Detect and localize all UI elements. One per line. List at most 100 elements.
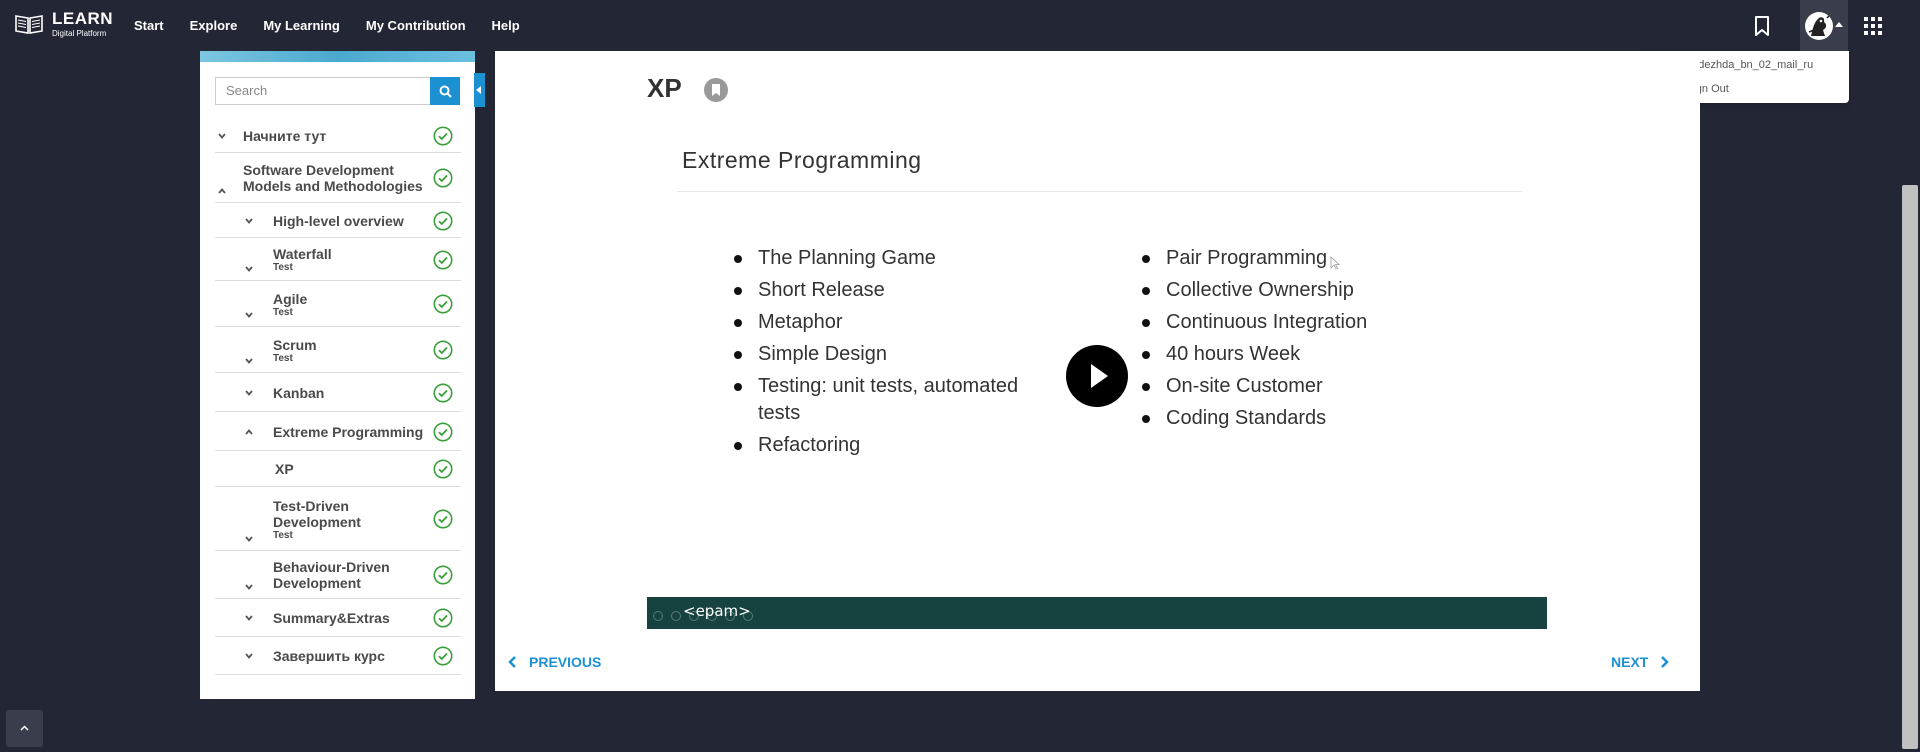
slide-bullet: Pair Programming <box>1142 245 1442 272</box>
chevron-down-icon[interactable] <box>245 217 253 225</box>
sidebar-item[interactable]: Agile Test <box>215 281 461 327</box>
slide-bullet: The Planning Game <box>734 245 1034 272</box>
book-logo-icon <box>15 15 43 34</box>
play-button[interactable] <box>1066 345 1128 407</box>
sidebar-item-label: Начните тут <box>243 128 327 144</box>
chevron-down-icon[interactable] <box>245 389 253 397</box>
sidebar-item-label: Waterfall <box>273 246 332 262</box>
sidebar-banner <box>200 51 475 62</box>
completed-check-icon <box>433 294 453 314</box>
logo-title: LEARN <box>52 9 114 28</box>
bookmark-icon[interactable] <box>1754 16 1770 36</box>
slide-bullets-right: Pair Programming Collective Ownership Cont… <box>1142 245 1442 437</box>
avatar <box>1805 11 1833 40</box>
sidebar-item-sublabel: Test <box>273 530 293 541</box>
sidebar-item[interactable]: Завершить курс <box>215 637 461 675</box>
chevron-up-icon[interactable] <box>218 187 226 195</box>
slide-bullet: 40 hours Week <box>1142 341 1442 368</box>
chevron-down-icon[interactable] <box>245 535 253 543</box>
chevron-up-icon[interactable] <box>245 428 253 436</box>
slide-bullet: Refactoring <box>734 432 1034 459</box>
sidebar-item[interactable]: Test-Driven Development Test <box>215 487 461 551</box>
sidebar-item-sublabel: Test <box>273 262 293 273</box>
sidebar-item-label: High-level overview <box>273 213 404 229</box>
sidebar-item-label: Summary&Extras <box>273 610 390 626</box>
slide-bullet: Short Release <box>734 277 1034 304</box>
completed-check-icon <box>433 459 453 479</box>
chevron-down-icon[interactable] <box>245 614 253 622</box>
bookmark-icon <box>712 84 720 96</box>
play-small-icon[interactable] <box>671 611 681 621</box>
search-input[interactable]: Search <box>215 77 430 105</box>
nav-explore[interactable]: Explore <box>190 18 238 33</box>
chevron-down-icon[interactable] <box>218 132 226 140</box>
slide-bullets-left: The Planning Game Short Release Metaphor Si… <box>734 245 1034 464</box>
sidebar-item-label: Kanban <box>273 385 325 401</box>
video-slide[interactable]: Extreme Programming The Planning Game Sho… <box>647 131 1547 648</box>
chevron-down-icon[interactable] <box>245 311 253 319</box>
slide-divider <box>677 191 1522 192</box>
collapse-sidebar-button[interactable] <box>474 73 485 107</box>
slide-bullet: Testing: unit tests, automated tests <box>734 373 1034 427</box>
sidebar-item[interactable]: Extreme Programming <box>215 412 461 451</box>
chevron-down-icon[interactable] <box>245 583 253 591</box>
sidebar-item[interactable]: Scrum Test <box>215 327 461 373</box>
completed-check-icon <box>433 383 453 403</box>
next-button[interactable]: NEXT <box>1611 654 1670 670</box>
slide-heading: Extreme Programming <box>682 147 922 173</box>
next-label: NEXT <box>1611 654 1649 670</box>
page-title: XP <box>647 73 682 103</box>
chevron-right-icon <box>1661 656 1670 668</box>
sidebar-item[interactable]: Waterfall Test <box>215 238 461 281</box>
completed-check-icon <box>433 509 453 529</box>
completed-check-icon <box>433 126 453 146</box>
sidebar-item[interactable]: Software Development Models and Methodol… <box>215 153 461 203</box>
slide-bullet: Simple Design <box>734 341 1034 368</box>
apps-grid-icon[interactable] <box>1864 17 1882 35</box>
scrollbar-thumb[interactable] <box>1902 185 1918 749</box>
slide-bullet: On-site Customer <box>1142 373 1442 400</box>
completed-check-icon <box>433 646 453 666</box>
sidebar-item[interactable]: XP <box>215 451 461 487</box>
nav-help[interactable]: Help <box>492 18 520 33</box>
sidebar-item[interactable]: Behaviour-Driven Development <box>215 551 461 599</box>
sidebar-item[interactable]: Kanban <box>215 373 461 412</box>
learn-logo[interactable]: LEARN Digital Platform <box>14 10 113 38</box>
epam-logo: <epam> <box>683 602 751 620</box>
content-panel: XP Extreme Programming The Planning Game… <box>495 51 1700 691</box>
nav-my-learning[interactable]: My Learning <box>263 18 340 33</box>
sidebar-item-label: Test-Driven Development <box>273 498 361 530</box>
completed-check-icon <box>433 422 453 442</box>
mouse-cursor-icon <box>1330 256 1340 270</box>
chevron-down-icon[interactable] <box>245 357 253 365</box>
sidebar-item-label: Extreme Programming <box>273 424 424 440</box>
sidebar-item-sublabel: Test <box>273 307 293 318</box>
user-avatar-button[interactable] <box>1800 0 1848 51</box>
completed-check-icon <box>433 211 453 231</box>
scroll-to-top-button[interactable] <box>6 710 43 747</box>
chevron-down-icon[interactable] <box>245 265 253 273</box>
previous-button[interactable]: PREVIOUS <box>507 654 601 670</box>
slide-bullet: Collective Ownership <box>1142 277 1442 304</box>
search-icon <box>439 85 452 98</box>
sidebar-item-sublabel: Test <box>273 353 293 364</box>
caret-up-icon <box>1835 22 1843 27</box>
sidebar-item[interactable]: High-level overview <box>215 203 461 238</box>
sidebar-item-label: Scrum <box>273 337 317 353</box>
top-navigation-bar: LEARN Digital Platform Start Explore My … <box>0 0 1920 51</box>
chevron-left-icon <box>508 656 516 668</box>
completed-check-icon <box>433 565 453 585</box>
nav-start[interactable]: Start <box>134 18 164 33</box>
previous-label: PREVIOUS <box>529 654 602 670</box>
bookmark-lesson-button[interactable] <box>704 78 728 102</box>
slide-bullet: Continuous Integration <box>1142 309 1442 336</box>
completed-check-icon <box>433 340 453 360</box>
rewind-icon[interactable] <box>653 611 663 621</box>
chevron-down-icon[interactable] <box>245 652 253 660</box>
search-button[interactable] <box>430 77 460 105</box>
sidebar-item[interactable]: Summary&Extras <box>215 599 461 637</box>
sidebar-item[interactable]: Начните тут <box>215 119 461 153</box>
course-outline-sidebar: Search Начните тут Software Development M… <box>200 51 475 699</box>
nav-my-contribution[interactable]: My Contribution <box>366 18 466 33</box>
completed-check-icon <box>433 608 453 628</box>
